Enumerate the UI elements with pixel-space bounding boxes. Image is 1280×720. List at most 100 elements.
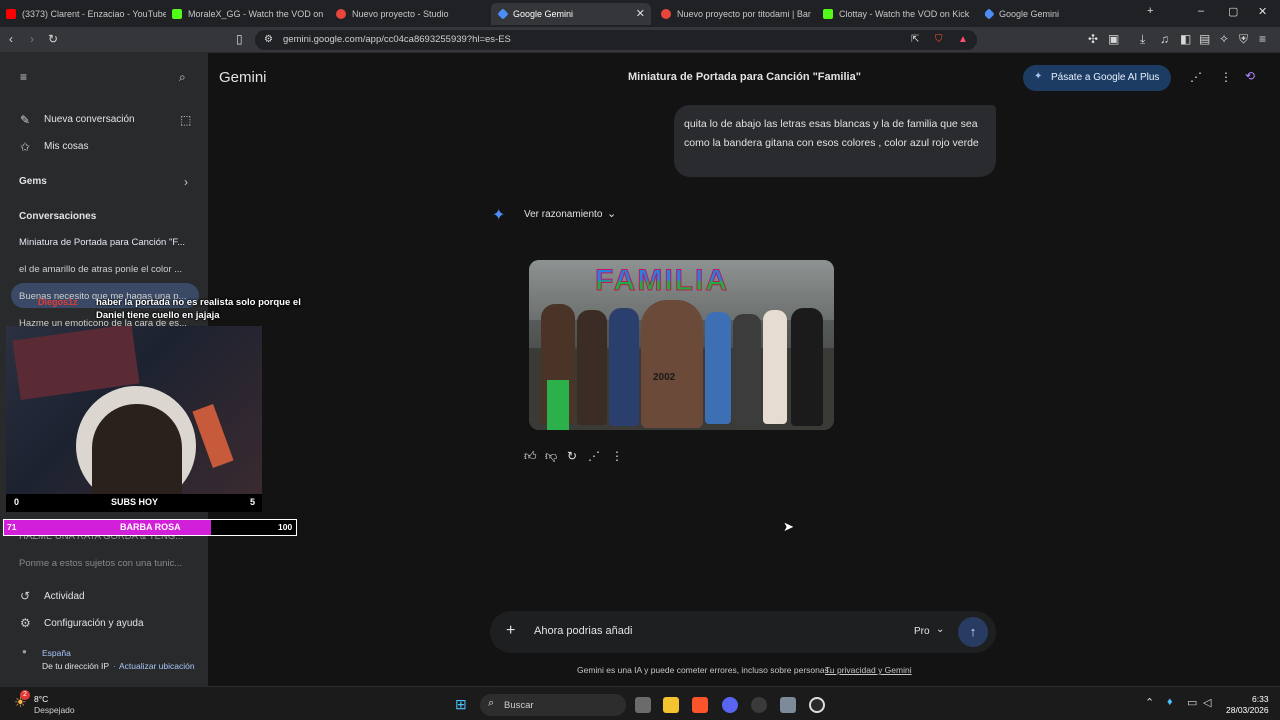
search-icon[interactable]: ⌕: [179, 70, 186, 85]
conversation-item[interactable]: Ponme a estos sujetos con una tunic...: [19, 558, 197, 569]
brave-rewards-icon[interactable]: ▲: [958, 34, 968, 46]
gemini-brand[interactable]: Gemini: [219, 69, 267, 86]
maximize-button[interactable]: ▢: [1228, 5, 1238, 18]
clock-date[interactable]: 28/03/2026: [1226, 705, 1269, 715]
kick-icon: [823, 9, 833, 19]
image-figure-center: [641, 300, 703, 428]
image-figure: [705, 312, 731, 424]
prompt-input[interactable]: Ahora podrias añadi: [534, 625, 632, 637]
my-stuff-link[interactable]: Mis cosas: [44, 141, 88, 152]
conversation-item[interactable]: el de amarillo de atras ponle el color .…: [19, 264, 197, 275]
tab-studio[interactable]: Nuevo proyecto - Studio: [336, 3, 486, 25]
discord-icon[interactable]: [722, 697, 738, 713]
volume-icon[interactable]: ◁: [1203, 696, 1211, 709]
new-tab-button[interactable]: +: [1147, 5, 1153, 17]
tab-kick-moralex[interactable]: MoraleX_GG - Watch the VOD on Ki: [172, 3, 324, 25]
clock-time[interactable]: 6:33: [1252, 694, 1269, 704]
send-button[interactable]: ↑: [958, 617, 988, 647]
conversation-title[interactable]: Miniatura de Portada para Canción "Famil…: [628, 71, 861, 83]
update-location-link[interactable]: Actualizar ubicación: [119, 661, 195, 671]
activity-link[interactable]: Actividad: [44, 591, 85, 602]
leo-ai-icon[interactable]: ✧: [1219, 33, 1229, 45]
regenerate-icon[interactable]: ↻: [567, 449, 577, 463]
tray-expand-icon[interactable]: ⌃: [1145, 696, 1154, 709]
microphone-icon[interactable]: ♦: [1167, 696, 1173, 708]
gemini-spark-icon: ✦: [492, 207, 506, 224]
user-prompt-bubble: quita lo de abajo las letras esas blanca…: [674, 105, 996, 177]
model-selector[interactable]: Pro: [914, 626, 930, 637]
chevron-right-icon[interactable]: ›: [184, 175, 188, 189]
close-window-button[interactable]: ✕: [1258, 5, 1267, 18]
disclaimer-text: Gemini es una IA y puede cometer errores…: [577, 665, 832, 675]
bookmark-icon[interactable]: ▯: [236, 33, 243, 45]
sidebar-icon[interactable]: ◧: [1180, 33, 1191, 45]
share-icon[interactable]: ⋰: [1190, 70, 1202, 84]
brave-browser-icon[interactable]: [692, 697, 708, 713]
site-info-icon[interactable]: ⚙: [264, 34, 273, 46]
barba-label: BARBA ROSA: [120, 522, 181, 532]
weather-badge: 2: [20, 690, 30, 700]
minimize-button[interactable]: –: [1198, 5, 1204, 17]
network-icon[interactable]: ▭: [1187, 696, 1197, 709]
conversation-item[interactable]: Miniatura de Portada para Canción "F...: [19, 237, 197, 248]
brave-shields-icon[interactable]: ⛉: [935, 34, 943, 46]
address-bar[interactable]: ⚙ gemini.google.com/app/cc04ca8693255939…: [255, 30, 977, 50]
forward-icon[interactable]: ›: [30, 33, 34, 45]
hamburger-menu-icon[interactable]: ≡: [20, 70, 27, 84]
location-source: De tu dirección IP: [42, 661, 110, 671]
more-options-icon[interactable]: ⋮: [611, 449, 623, 463]
tab-bandlab[interactable]: Nuevo proyecto por titodami | Bandl: [661, 3, 811, 25]
app-icon[interactable]: [751, 697, 767, 713]
menu-icon[interactable]: ≡: [1259, 33, 1266, 45]
file-explorer-icon[interactable]: [663, 697, 679, 713]
windows-start-icon[interactable]: ⊞: [455, 696, 467, 713]
image-figure: [763, 310, 787, 424]
reload-icon[interactable]: ↻: [48, 33, 58, 45]
gems-link[interactable]: Gems: [19, 176, 47, 187]
upgrade-button[interactable]: ✦ Pásate a Google AI Plus: [1023, 65, 1171, 91]
privacy-link[interactable]: Tu privacidad y Gemini: [825, 665, 912, 675]
webcam-microphone: [192, 404, 234, 468]
tab-youtube[interactable]: (3373) Clarent - Enzaciao - YouTube: [6, 3, 166, 25]
generated-image[interactable]: FAMILIA 2002: [529, 260, 834, 430]
account-avatar[interactable]: ⟲: [1245, 69, 1255, 83]
show-reasoning-button[interactable]: Ver razonamiento: [524, 209, 602, 220]
task-view-icon[interactable]: [635, 697, 651, 713]
obs-icon[interactable]: [809, 697, 825, 713]
conversations-header: Conversaciones: [19, 211, 97, 222]
share-page-icon[interactable]: ⇱: [911, 34, 919, 46]
prompt-input-box[interactable]: + Ahora podrias añadi Pro ⌄: [490, 611, 996, 653]
chevron-down-icon[interactable]: ⌄: [936, 624, 944, 635]
settings-icon: ⚙: [20, 616, 31, 630]
extensions-icon[interactable]: ✣: [1088, 33, 1098, 45]
close-tab-icon[interactable]: ✕: [636, 7, 645, 20]
record-icon: [661, 9, 671, 19]
screenshot-icon[interactable]: ▣: [1108, 33, 1119, 45]
wallet-icon[interactable]: ▤: [1199, 33, 1210, 45]
settings-link[interactable]: Configuración y ayuda: [44, 618, 144, 629]
chevron-down-icon[interactable]: ⌄: [607, 207, 616, 220]
thumbs-up-icon[interactable]: 👍︎: [524, 449, 537, 464]
image-figure: [733, 314, 761, 426]
more-options-icon[interactable]: ⋮: [1220, 70, 1232, 84]
thumbs-down-icon[interactable]: 👎︎: [545, 449, 557, 464]
media-icon[interactable]: ♫: [1160, 33, 1169, 45]
vpn-icon[interactable]: ⛨: [1239, 33, 1248, 45]
location-dot-icon: ●: [22, 647, 27, 656]
subs-start: 0: [14, 497, 20, 507]
download-icon[interactable]: ⤓: [1140, 33, 1145, 45]
search-icon: ⌕: [488, 697, 495, 709]
new-chat-button[interactable]: Nueva conversación: [44, 114, 135, 125]
back-icon[interactable]: ‹: [9, 33, 13, 45]
add-attachment-icon[interactable]: +: [506, 622, 515, 640]
share-response-icon[interactable]: ⋰: [588, 449, 600, 463]
gemini-icon: [985, 8, 995, 20]
settings-app-icon[interactable]: [780, 697, 796, 713]
temporary-chat-icon[interactable]: ⬚: [180, 113, 191, 127]
tab-gemini-active[interactable]: Google Gemini ✕: [491, 3, 651, 25]
tab-kick-clottay[interactable]: Clottay - Watch the VOD on Kick: [823, 3, 973, 25]
webcam-person: [92, 404, 182, 494]
image-figure: [791, 308, 823, 426]
tab-gemini-2[interactable]: Google Gemini: [985, 3, 1135, 25]
taskbar-search[interactable]: ⌕ Buscar: [480, 694, 626, 716]
